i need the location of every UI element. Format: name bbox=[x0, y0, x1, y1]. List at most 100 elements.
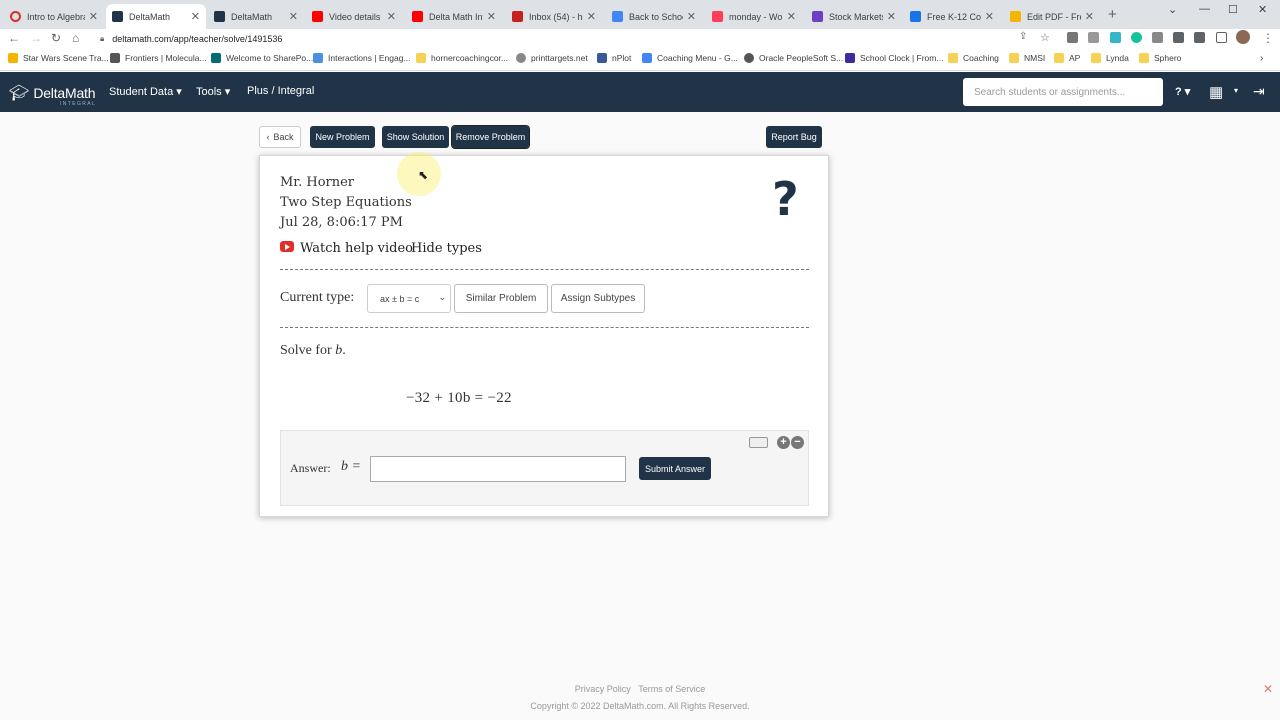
zoom-in-icon[interactable]: + bbox=[777, 436, 790, 449]
bookmark-item[interactable]: AP bbox=[1054, 53, 1080, 63]
similar-problem-button[interactable]: Similar Problem bbox=[454, 284, 548, 313]
minimize-icon[interactable]: — bbox=[1199, 3, 1210, 15]
url-input[interactable]: 🔒︎ deltamath.com/app/teacher/solve/14915… bbox=[90, 31, 1050, 47]
close-icon[interactable]: ✕ bbox=[487, 10, 496, 23]
assign-subtypes-button[interactable]: Assign Subtypes bbox=[551, 284, 645, 313]
browser-tab[interactable]: Inbox (54) - ho ✕ bbox=[506, 4, 602, 29]
browser-tab[interactable]: Video details - Y✕ bbox=[306, 4, 402, 29]
chevron-down-icon: ⌄ bbox=[438, 292, 446, 302]
share-icon[interactable]: ⇪ bbox=[1019, 31, 1027, 42]
close-icon[interactable]: ✕ bbox=[1263, 682, 1273, 696]
close-icon[interactable]: ✕ bbox=[787, 10, 796, 23]
bookmark-item[interactable]: Sphero bbox=[1139, 53, 1181, 63]
reload-icon[interactable]: ↻ bbox=[51, 31, 61, 45]
bookmark-item[interactable]: Frontiers | Molecula... bbox=[110, 53, 207, 63]
folder-icon bbox=[1091, 53, 1101, 63]
close-icon[interactable]: ✕ bbox=[387, 10, 396, 23]
extension-icon[interactable] bbox=[1067, 32, 1078, 43]
bookmark-item[interactable]: printtargets.net bbox=[516, 53, 588, 63]
keyboard-icon[interactable] bbox=[749, 437, 768, 448]
bookmark-item[interactable]: Oracle PeopleSoft S... bbox=[744, 53, 843, 63]
show-solution-button[interactable]: Show Solution bbox=[382, 126, 449, 148]
bookmark-item[interactable]: Welcome to SharePo... bbox=[211, 53, 313, 63]
browser-tab[interactable]: Delta Math Intr ✕ bbox=[406, 4, 502, 29]
bookmark-item[interactable]: Coaching Menu - G... bbox=[642, 53, 738, 63]
browser-tab[interactable]: Intro to Algebra ✕ bbox=[4, 4, 104, 29]
window-close-icon[interactable]: ✕ bbox=[1258, 3, 1267, 16]
type-select[interactable]: ax ± b = c ⌄ bbox=[367, 284, 451, 313]
close-icon[interactable]: ✕ bbox=[687, 10, 696, 23]
back-arrow-icon[interactable]: ← bbox=[8, 31, 20, 45]
browser-tab-active[interactable]: DeltaMath ✕ bbox=[106, 4, 206, 29]
zoom-out-icon[interactable]: − bbox=[791, 436, 804, 449]
watch-help-video-link[interactable]: Watch help video bbox=[300, 241, 413, 256]
bookmark-item[interactable]: NMSI bbox=[1009, 53, 1045, 63]
star-icon[interactable]: ☆ bbox=[1040, 31, 1050, 44]
deltamath-logo[interactable]: 🎓︎ DeltaMath INTEGRAL bbox=[9, 83, 96, 107]
maximize-icon[interactable]: ☐ bbox=[1228, 3, 1238, 16]
bookmark-icon bbox=[612, 11, 623, 22]
chevron-down-icon[interactable]: ▾ bbox=[1234, 86, 1238, 95]
sidepanel-icon[interactable] bbox=[1216, 32, 1227, 43]
close-icon[interactable]: ✕ bbox=[289, 10, 298, 23]
extension-icon[interactable] bbox=[1110, 32, 1121, 43]
lock-icon: 🔒︎ bbox=[100, 34, 105, 43]
browser-tab[interactable]: Back to School✕ bbox=[606, 4, 702, 29]
bookmark-item[interactable]: Star Wars Scene Tra... bbox=[8, 53, 109, 63]
back-button[interactable]: ‹ Back bbox=[259, 126, 301, 148]
close-icon[interactable]: ✕ bbox=[191, 10, 200, 23]
remove-problem-button[interactable]: Remove Problem bbox=[451, 125, 530, 149]
hide-types-link[interactable]: Hide types bbox=[411, 241, 482, 256]
bookmarks-bar: Star Wars Scene Tra... Frontiers | Molec… bbox=[0, 49, 1280, 71]
browser-tab[interactable]: Edit PDF - Free✕ bbox=[1004, 4, 1100, 29]
new-problem-button[interactable]: New Problem bbox=[310, 126, 375, 148]
kebab-menu-icon[interactable]: ⋮ bbox=[1262, 31, 1274, 45]
answer-input[interactable] bbox=[370, 456, 626, 482]
folder-icon bbox=[416, 53, 426, 63]
terms-link[interactable]: Terms of Service bbox=[638, 684, 705, 694]
youtube-icon bbox=[280, 241, 294, 252]
nav-plus-integral[interactable]: Plus / Integral bbox=[247, 85, 314, 97]
avatar[interactable] bbox=[1236, 30, 1250, 44]
browser-tab[interactable]: Stock Markets ✕ bbox=[806, 4, 902, 29]
bookmark-item[interactable]: School Clock | From... bbox=[845, 53, 943, 63]
extension-icon[interactable] bbox=[1152, 32, 1163, 43]
forward-arrow-icon[interactable]: → bbox=[30, 31, 42, 45]
nav-tools[interactable]: Tools ▾ bbox=[196, 85, 230, 98]
bookmark-favicon-icon bbox=[845, 53, 855, 63]
help-menu-icon[interactable]: ? ▾ bbox=[1175, 85, 1190, 98]
bookmark-item[interactable]: hornercoachingcor... bbox=[416, 53, 508, 63]
home-icon[interactable]: ⌂ bbox=[72, 31, 79, 45]
nbc-icon bbox=[812, 11, 823, 22]
bookmark-item[interactable]: Coaching bbox=[948, 53, 999, 63]
close-icon[interactable]: ✕ bbox=[89, 10, 98, 23]
close-icon[interactable]: ✕ bbox=[587, 10, 596, 23]
more-bookmarks-icon[interactable]: › bbox=[1260, 53, 1263, 64]
puzzle-icon[interactable] bbox=[1173, 32, 1184, 43]
media-icon[interactable] bbox=[1194, 32, 1205, 43]
browser-tab[interactable]: Free K-12 Cour✕ bbox=[904, 4, 1000, 29]
close-icon[interactable]: ✕ bbox=[985, 10, 994, 23]
search-input[interactable]: Search students or assignments... bbox=[963, 78, 1163, 106]
close-icon[interactable]: ✕ bbox=[1085, 10, 1094, 23]
browser-tab[interactable]: DeltaMath ✕ bbox=[208, 4, 304, 29]
bookmark-item[interactable]: Lynda bbox=[1091, 53, 1129, 63]
calculator-icon[interactable]: ▦ bbox=[1209, 83, 1223, 101]
submit-answer-button[interactable]: Submit Answer bbox=[639, 457, 711, 480]
browser-tab[interactable]: monday - Work✕ bbox=[706, 4, 802, 29]
footer-links: Privacy Policy Terms of Service bbox=[0, 684, 1280, 694]
report-bug-button[interactable]: Report Bug bbox=[766, 126, 822, 148]
question-mark-icon[interactable]: ? bbox=[772, 172, 799, 226]
logout-icon[interactable]: ⇥ bbox=[1253, 83, 1265, 100]
nav-student-data[interactable]: Student Data ▾ bbox=[109, 85, 182, 98]
bookmark-item[interactable]: nPlot bbox=[597, 53, 631, 63]
privacy-policy-link[interactable]: Privacy Policy bbox=[575, 684, 631, 694]
grammarly-icon[interactable] bbox=[1131, 32, 1142, 43]
close-icon[interactable]: ✕ bbox=[887, 10, 896, 23]
folder-icon bbox=[948, 53, 958, 63]
bookmark-favicon-icon bbox=[744, 53, 754, 63]
extension-icon[interactable] bbox=[1088, 32, 1099, 43]
new-tab-icon[interactable]: + bbox=[1108, 6, 1117, 23]
bookmark-item[interactable]: Interactions | Engag... bbox=[313, 53, 411, 63]
tab-search-icon[interactable]: ⌄ bbox=[1168, 3, 1177, 16]
